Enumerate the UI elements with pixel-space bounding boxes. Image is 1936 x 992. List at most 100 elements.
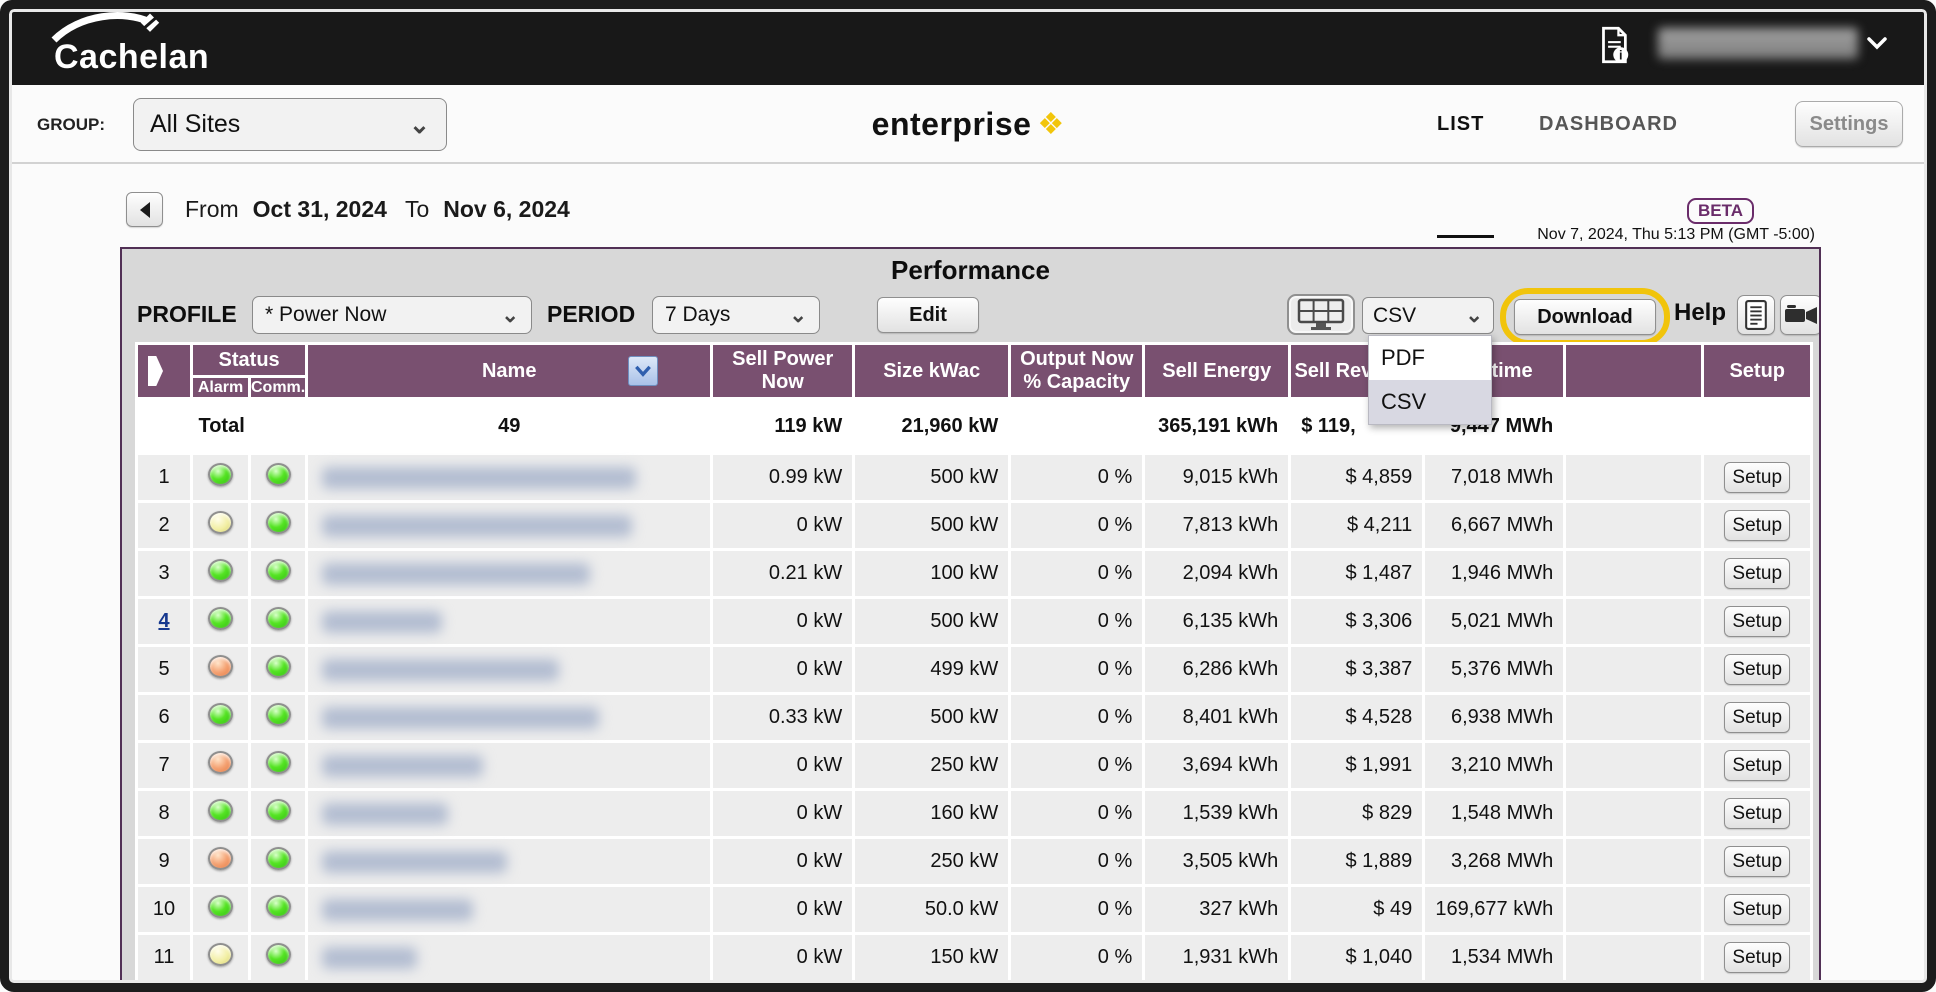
settings-button[interactable]: Settings	[1795, 101, 1903, 147]
row-number[interactable]: 2	[138, 503, 190, 548]
row-number[interactable]: 3	[138, 551, 190, 596]
table-row: 6 0.33 kW 500 kW 0 % 8,401 kWh $ 4,528 6…	[138, 695, 1810, 740]
cachelan-logo[interactable]: Cachelan	[46, 10, 266, 76]
setup-cell: Setup	[1704, 743, 1810, 788]
setup-button[interactable]: Setup	[1724, 798, 1790, 829]
sort-dropdown-button[interactable]	[628, 356, 658, 386]
blank-cell	[1566, 887, 1701, 932]
energy-cell: 3,694 kWh	[1145, 743, 1288, 788]
period-label: PERIOD	[547, 301, 635, 328]
setup-cell: Setup	[1704, 887, 1810, 932]
export-option-csv[interactable]: CSV	[1369, 380, 1491, 424]
site-name-blurred	[322, 659, 559, 681]
chevron-down-icon	[633, 364, 653, 378]
alarm-led	[208, 895, 233, 918]
row-number[interactable]: 1	[138, 455, 190, 500]
alarm-status-cell	[193, 455, 248, 500]
lifetime-cell: 169,677 kWh	[1425, 887, 1563, 932]
row-number[interactable]: 5	[138, 647, 190, 692]
row-number[interactable]: 4	[138, 599, 190, 644]
setup-button[interactable]: Setup	[1724, 894, 1790, 925]
site-name-cell[interactable]	[308, 503, 710, 548]
setup-button[interactable]: Setup	[1724, 846, 1790, 877]
help-document-icon[interactable]	[1737, 295, 1775, 335]
site-name-cell[interactable]	[308, 887, 710, 932]
total-site-count: 49	[308, 400, 710, 452]
row-number[interactable]: 8	[138, 791, 190, 836]
energy-cell: 7,813 kWh	[1145, 503, 1288, 548]
export-option-pdf[interactable]: PDF	[1369, 336, 1491, 380]
report-info-icon[interactable]: i	[1598, 26, 1632, 64]
row-number[interactable]: 7	[138, 743, 190, 788]
row-number[interactable]: 10	[138, 887, 190, 932]
to-date[interactable]: Nov 6, 2024	[443, 196, 570, 223]
output-cell: 0 %	[1011, 503, 1142, 548]
chevron-down-icon: ⌄	[501, 303, 519, 328]
sell-power-column-header[interactable]: Sell Power Now	[713, 345, 852, 397]
chevron-down-icon: ⌄	[789, 303, 807, 328]
account-chevron-down-icon[interactable]	[1866, 36, 1888, 56]
row-number[interactable]: 9	[138, 839, 190, 884]
site-name-cell[interactable]	[308, 695, 710, 740]
lifetime-cell: 6,667 MWh	[1425, 503, 1563, 548]
export-format-select[interactable]: CSV ⌄	[1362, 297, 1494, 334]
setup-cell: Setup	[1704, 695, 1810, 740]
site-name-cell[interactable]	[308, 935, 710, 980]
comm-status-cell	[251, 551, 305, 596]
row-number[interactable]: 11	[138, 935, 190, 980]
account-name-blurred[interactable]	[1658, 28, 1858, 59]
size-cell: 250 kW	[855, 839, 1008, 884]
sell-power-cell: 0 kW	[713, 839, 852, 884]
setup-button[interactable]: Setup	[1724, 510, 1790, 541]
comm-led	[266, 799, 291, 822]
edit-button[interactable]: Edit	[877, 297, 979, 333]
output-column-header[interactable]: Output Now % Capacity	[1011, 345, 1142, 397]
tab-list[interactable]: LIST	[1437, 85, 1484, 164]
comm-led	[266, 559, 291, 582]
blank-cell	[1566, 599, 1701, 644]
row-number[interactable]: 6	[138, 695, 190, 740]
site-name-cell[interactable]	[308, 839, 710, 884]
setup-button[interactable]: Setup	[1724, 750, 1790, 781]
alarm-led	[208, 559, 233, 582]
setup-cell: Setup	[1704, 503, 1810, 548]
comm-led	[266, 703, 291, 726]
profile-select[interactable]: * Power Now ⌄	[252, 296, 532, 334]
site-name-blurred	[322, 563, 590, 585]
size-cell: 500 kW	[855, 599, 1008, 644]
setup-button[interactable]: Setup	[1724, 462, 1790, 493]
table-view-icon[interactable]	[1287, 294, 1355, 335]
expand-column-header[interactable]	[138, 345, 190, 397]
alarm-status-cell	[193, 791, 248, 836]
period-select-value: 7 Days	[665, 303, 730, 327]
group-select[interactable]: All Sites ⌄	[133, 98, 447, 151]
performance-table: Status Name Sell Power Now Size kWac Out…	[135, 342, 1813, 983]
site-name-cell[interactable]	[308, 743, 710, 788]
nav-bar: GROUP: All Sites ⌄ enterprise ❖ LIST DAS…	[0, 85, 1936, 164]
size-column-header[interactable]: Size kWac	[855, 345, 1008, 397]
performance-panel: Performance PROFILE * Power Now ⌄ PERIOD…	[120, 247, 1821, 984]
size-cell: 250 kW	[855, 743, 1008, 788]
setup-button[interactable]: Setup	[1724, 654, 1790, 685]
energy-column-header[interactable]: Sell Energy	[1145, 345, 1288, 397]
output-cell: 0 %	[1011, 839, 1142, 884]
alarm-led	[208, 847, 233, 870]
setup-button[interactable]: Setup	[1724, 606, 1790, 637]
size-cell: 500 kW	[855, 503, 1008, 548]
name-header-label: Name	[482, 360, 536, 382]
site-name-cell[interactable]	[308, 791, 710, 836]
setup-button[interactable]: Setup	[1724, 558, 1790, 589]
site-name-cell[interactable]	[308, 599, 710, 644]
help-video-icon[interactable]	[1780, 295, 1821, 335]
from-date[interactable]: Oct 31, 2024	[253, 196, 387, 223]
download-button[interactable]: Download	[1514, 299, 1656, 335]
period-select[interactable]: 7 Days ⌄	[652, 296, 820, 334]
tab-dashboard[interactable]: DASHBOARD	[1539, 85, 1678, 164]
site-name-cell[interactable]	[308, 551, 710, 596]
site-name-cell[interactable]	[308, 647, 710, 692]
setup-button[interactable]: Setup	[1724, 702, 1790, 733]
name-column-header[interactable]: Name	[308, 345, 710, 397]
site-name-cell[interactable]	[308, 455, 710, 500]
previous-period-button[interactable]	[126, 192, 163, 227]
setup-button[interactable]: Setup	[1724, 942, 1790, 973]
